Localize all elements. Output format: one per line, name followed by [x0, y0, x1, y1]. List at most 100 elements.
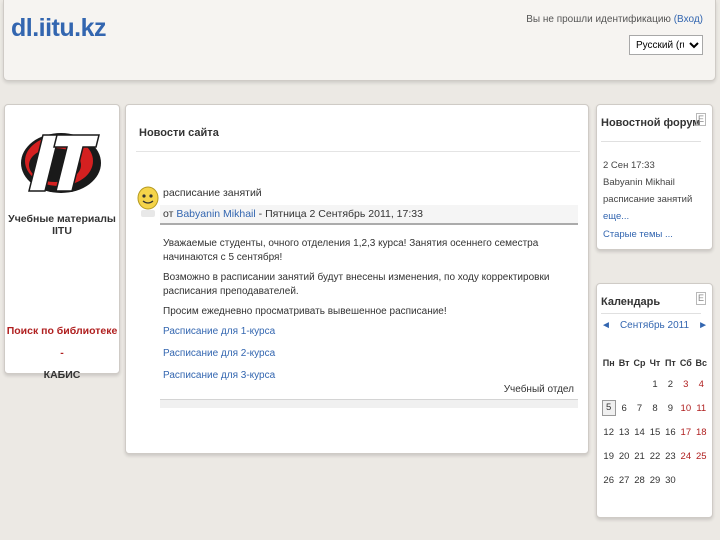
next-month-icon[interactable]: ► [698, 320, 708, 331]
post-body: Уважаемые студенты, очного отделения 1,2… [163, 237, 577, 391]
library-search-link[interactable]: Поиск по библиотеке - КАБИС [5, 320, 119, 386]
calendar-title: Календарь [601, 296, 661, 308]
post-subject: расписание занятий [163, 187, 262, 199]
site-title[interactable]: dl.iitu.kz [11, 14, 107, 43]
calendar-weekday-row: Пн Вт Ср Чт Пт Сб Вс [601, 354, 709, 372]
weekday-header: Вт [618, 358, 630, 368]
forum-more-link[interactable]: еще... [603, 211, 629, 222]
calendar-day[interactable]: 30 [663, 468, 678, 492]
forum-title: Новостной форум [601, 117, 701, 129]
post-paragraph: Возможно в расписании занятий будут внес… [163, 272, 550, 297]
post-meta-prefix: от [163, 208, 174, 220]
collapse-icon[interactable]: E [696, 113, 706, 126]
news-title: Новости сайта [139, 127, 219, 139]
calendar-day[interactable]: 15 [647, 420, 662, 444]
forum-post-date: 2 Сен 17:33 [603, 160, 655, 171]
post-date: - Пятница 2 Сентябрь 2011, 17:33 [258, 208, 423, 220]
it-logo-icon[interactable] [13, 123, 109, 199]
calendar-days: 1 2 3 4 5 6 7 8 9 10 11 12 13 14 15 16 17 18 19 20 21 22 23 24 2… [601, 372, 709, 492]
calendar-day[interactable]: 22 [647, 444, 662, 468]
forum-post-subject-line: расписание занятий еще... [603, 191, 707, 225]
news-forum-block: Новостной форум E 2 Сен 17:33 Babyanin M… [596, 104, 713, 250]
weekday-header: Сб [679, 358, 692, 368]
calendar-day[interactable]: 3 [678, 372, 693, 396]
materials-link[interactable]: Учебные материалы IITU [5, 213, 119, 237]
calendar-day[interactable]: 2 [663, 372, 678, 396]
post-meta: от Babyanin Mikhail - Пятница 2 Сентябрь… [160, 205, 578, 225]
forum-post: расписание занятий от Babyanin Mikhail -… [160, 187, 578, 417]
collapse-icon[interactable]: E [696, 292, 706, 305]
calendar-day[interactable]: 13 [616, 420, 631, 444]
calendar-empty-cell [694, 468, 709, 492]
calendar-empty-cell [632, 372, 647, 396]
calendar-day[interactable]: 4 [694, 372, 709, 396]
calendar-day[interactable]: 26 [601, 468, 616, 492]
old-topics-link[interactable]: Старые темы ... [603, 226, 707, 243]
calendar-day[interactable]: 10 [678, 396, 693, 420]
calendar-week-row: 19 20 21 22 23 24 25 [601, 444, 709, 468]
calendar-day[interactable]: 17 [678, 420, 693, 444]
post-paragraph: Уважаемые студенты, очного отделения 1,2… [163, 238, 539, 263]
forum-post-summary: 2 Сен 17:33 Babyanin Mikhail расписание … [603, 157, 707, 243]
weekday-header: Пн [602, 358, 615, 368]
calendar-today: 5 [601, 400, 616, 416]
calendar-day[interactable]: 24 [678, 444, 693, 468]
login-link[interactable]: (Вход) [674, 14, 703, 25]
calendar-day[interactable]: 28 [632, 468, 647, 492]
forum-post-subject: расписание занятий [603, 194, 693, 205]
schedule-link-2[interactable]: Расписание для 2-курса [163, 347, 577, 361]
calendar-day[interactable]: 21 [632, 444, 647, 468]
calendar-week-row: 5 6 7 8 9 10 11 [601, 396, 709, 420]
calendar-day[interactable]: 11 [694, 396, 709, 420]
login-info: Вы не прошли идентификацию (Вход) [526, 14, 703, 25]
forum-post-author: Babyanin Mikhail [603, 177, 675, 188]
calendar-month-link[interactable]: Сентябрь 2011 [597, 320, 712, 331]
language-select[interactable]: Русский (ru) [629, 35, 703, 55]
library-link-line1: Поиск по библиотеке - [6, 325, 118, 359]
weekday-header: Вс [695, 358, 708, 368]
calendar-empty-cell [616, 372, 631, 396]
weekday-header: Пт [664, 358, 676, 368]
left-links-block: Учебные материалы IITU Поиск по библиоте… [4, 104, 120, 381]
calendar-day[interactable]: 16 [663, 420, 678, 444]
weekday-header: Ср [633, 358, 646, 368]
calendar-day[interactable]: 19 [601, 444, 616, 468]
calendar-day[interactable]: 14 [632, 420, 647, 444]
calendar-day[interactable]: 18 [694, 420, 709, 444]
post-divider [160, 399, 578, 408]
page-header: dl.iitu.kz Вы не прошли идентификацию (В… [3, 0, 716, 81]
calendar-week-row: 12 13 14 15 16 17 18 [601, 420, 709, 444]
calendar-week-row: 26 27 28 29 30 [601, 468, 709, 492]
calendar-day[interactable]: 1 [647, 372, 662, 396]
post-paragraph: Просим ежедневно просматривать вывешенно… [163, 306, 447, 317]
calendar-empty-cell [601, 372, 616, 396]
weekday-header: Чт [649, 358, 661, 368]
calendar-day[interactable]: 5 [601, 396, 616, 420]
calendar-nav: ◄ Сентябрь 2011 ► [597, 320, 712, 336]
calendar-day[interactable]: 12 [601, 420, 616, 444]
schedule-link-1[interactable]: Расписание для 1-курса [163, 325, 577, 339]
schedule-link-3[interactable]: Расписание для 3-курса [163, 369, 577, 383]
login-status: Вы не прошли идентификацию [526, 14, 671, 25]
calendar-empty-cell [678, 468, 693, 492]
calendar-day[interactable]: 6 [616, 396, 631, 420]
forum-divider [601, 141, 701, 142]
calendar-day[interactable]: 9 [663, 396, 678, 420]
calendar-day[interactable]: 20 [616, 444, 631, 468]
calendar-block: Календарь E ◄ Сентябрь 2011 ► Пн Вт Ср Ч… [596, 283, 713, 518]
calendar-day[interactable]: 23 [663, 444, 678, 468]
calendar-day[interactable]: 25 [694, 444, 709, 468]
calendar-day[interactable]: 7 [632, 396, 647, 420]
user-avatar-icon[interactable] [136, 185, 160, 219]
post-author-link[interactable]: Babyanin Mikhail [176, 208, 255, 220]
calendar-week-row: 1234 [601, 372, 709, 396]
calendar-day[interactable]: 29 [647, 468, 662, 492]
calendar-divider [601, 313, 701, 314]
calendar-day[interactable]: 8 [647, 396, 662, 420]
post-footer-link[interactable]: Учебный отдел [504, 384, 574, 395]
site-news-block: Новости сайта расписание занятий от Baby… [125, 104, 589, 454]
calendar-day[interactable]: 27 [616, 468, 631, 492]
calendar-grid: Пн Вт Ср Чт Пт Сб Вс 1 2 3 4 5 6 7 8 9 10 11 12 13 14… [601, 354, 709, 492]
library-link-line2: КАБИС [43, 369, 81, 381]
news-header: Новости сайта [136, 121, 580, 152]
